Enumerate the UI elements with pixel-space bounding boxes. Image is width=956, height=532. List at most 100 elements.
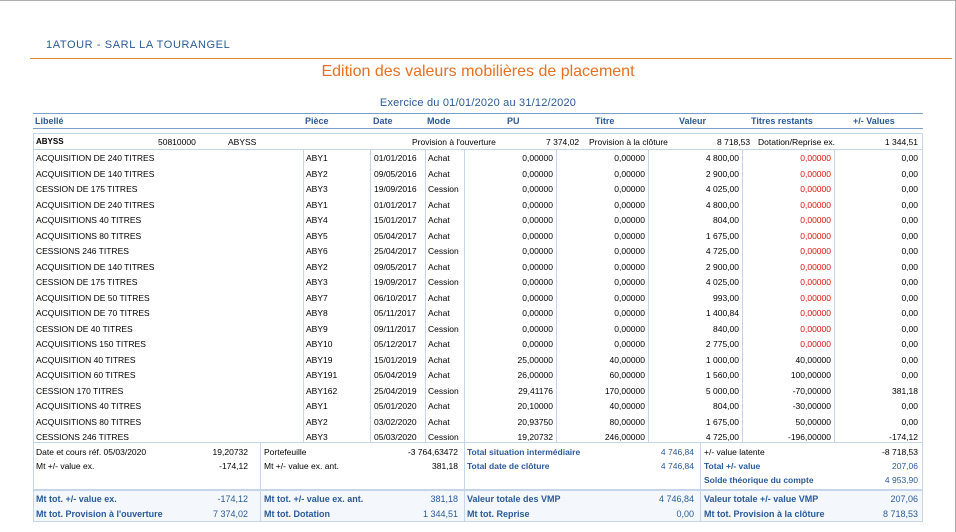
cell-libelle: CESSION DE 175 TITRES bbox=[36, 184, 138, 194]
cell-pv: 0,00 bbox=[901, 153, 918, 163]
cell-titre: 0,00000 bbox=[614, 339, 645, 349]
cell-valeur: 840,00 bbox=[713, 323, 739, 334]
mt-pv-ant-value: 381,18 bbox=[432, 461, 458, 471]
cell-pu: 0,00000 bbox=[522, 261, 553, 272]
table-row: ACQUISITION DE 140 TITRES ABY2 09/05/2016 A… bbox=[34, 166, 922, 182]
table-row: ACQUISITIONS 150 TITRES ABY10 05/12/2017 Ac… bbox=[34, 336, 922, 352]
security-name: ABYSS bbox=[228, 137, 257, 147]
table-row: ACQUISITION 60 TITRES ABY191 05/04/2019 Ach… bbox=[34, 367, 922, 383]
mt-tot-prov-close-value: 8 718,53 bbox=[882, 509, 918, 519]
cell-mode: Achat bbox=[428, 416, 450, 427]
cell-pu: 0,00000 bbox=[522, 153, 553, 163]
mt-tot-prov-close-label: Mt tot. Provision à la clôture bbox=[704, 509, 825, 519]
cell-mode: Achat bbox=[428, 339, 450, 349]
cell-date: 19/09/2016 bbox=[374, 184, 417, 194]
cell-titre: 60,00000 bbox=[609, 370, 645, 380]
cell-libelle: CESSIONS 246 TITRES bbox=[36, 246, 129, 256]
provision-close-label: Provision à la clôture bbox=[589, 137, 668, 147]
cell-pu: 0,00000 bbox=[522, 199, 553, 210]
mt-tot-reprise-label: Mt tot. Reprise bbox=[467, 509, 530, 519]
valeur-vmp-value: 4 746,84 bbox=[658, 494, 694, 504]
cell-pv: 0,00 bbox=[901, 261, 918, 272]
cell-titre: 0,00000 bbox=[614, 277, 645, 287]
cell-piece: ABY19 bbox=[306, 354, 333, 365]
cell-pu: 0,00000 bbox=[522, 308, 553, 318]
mt-tot-pv-label: Mt tot. +/- value ex. bbox=[36, 494, 117, 504]
cell-libelle: ACQUISITIONS 80 TITRES bbox=[36, 416, 142, 427]
provision-open-label: Provision à l'ouverture bbox=[412, 137, 496, 147]
cell-titre: 0,00000 bbox=[614, 168, 645, 179]
exercise-period: Exercice du 01/01/2020 au 31/12/2020 bbox=[379, 97, 577, 109]
table-row: ACQUISITION DE 50 TITRES ABY7 06/10/2017 Ac… bbox=[34, 290, 922, 306]
col-header-mode: Mode bbox=[427, 116, 451, 126]
cell-restants: 0,00000 bbox=[800, 168, 831, 179]
cell-restants: 0,00000 bbox=[800, 323, 831, 334]
cell-restants: 0,00000 bbox=[800, 277, 831, 287]
cell-date: 15/01/2017 bbox=[374, 215, 417, 225]
security-header-row: ABYSS 50810000 ABYSS Provision à l'ouver… bbox=[34, 134, 922, 150]
table-row: ACQUISITIONS 40 TITRES ABY1 05/01/2020 Acha… bbox=[34, 398, 922, 414]
cell-libelle: CESSION DE 40 TITRES bbox=[36, 323, 133, 334]
cell-restants: 0,00000 bbox=[800, 308, 831, 318]
mt-tot-pv-value: -174,12 bbox=[217, 494, 248, 504]
cell-libelle: ACQUISITIONS 40 TITRES bbox=[36, 215, 142, 225]
cell-titre: 40,00000 bbox=[609, 354, 645, 365]
col-header-valeur: Valeur bbox=[679, 116, 707, 126]
cell-mode: Achat bbox=[428, 153, 450, 163]
cell-restants: 0,00000 bbox=[800, 246, 831, 256]
cell-date: 01/01/2016 bbox=[374, 153, 417, 163]
cell-libelle: ACQUISITIONS 40 TITRES bbox=[36, 401, 142, 411]
cell-mode: Achat bbox=[428, 215, 450, 225]
cell-piece: ABY3 bbox=[306, 277, 328, 287]
cell-pu: 26,00000 bbox=[517, 370, 553, 380]
cell-restants: 100,00000 bbox=[790, 370, 831, 380]
cell-pv: 0,00 bbox=[901, 416, 918, 427]
cell-pv: -174,12 bbox=[889, 432, 918, 442]
cell-libelle: ACQUISITION 60 TITRES bbox=[36, 370, 136, 380]
cell-pv: 0,00 bbox=[901, 292, 918, 303]
table-row: ACQUISITION DE 240 TITRES ABY1 01/01/2017 A… bbox=[34, 197, 922, 213]
table-row: CESSION 170 TITRES ABY162 25/04/2019 Cessio… bbox=[34, 383, 922, 399]
cell-mode: Cession bbox=[428, 184, 459, 194]
cell-valeur: 1 000,00 bbox=[705, 354, 739, 365]
cell-piece: ABY1 bbox=[306, 153, 328, 163]
col-header-piece: Pièce bbox=[305, 116, 329, 126]
cell-restants: 0,00000 bbox=[800, 292, 831, 303]
cell-titre: 0,00000 bbox=[614, 199, 645, 210]
cell-libelle: ACQUISITION DE 240 TITRES bbox=[36, 199, 155, 210]
cell-date: 05/03/2020 bbox=[374, 432, 417, 442]
cell-date: 15/01/2019 bbox=[374, 354, 417, 365]
col-header-date: Date bbox=[373, 116, 393, 126]
cell-mode: Achat bbox=[428, 261, 450, 272]
cell-piece: ABY4 bbox=[306, 215, 328, 225]
cell-titre: 0,00000 bbox=[614, 261, 645, 272]
cell-date: 09/05/2017 bbox=[374, 261, 417, 272]
company-name: 1ATOUR - SARL LA TOURANGEL bbox=[46, 39, 231, 51]
cell-mode: Cession bbox=[428, 246, 459, 256]
cell-date: 19/09/2017 bbox=[374, 277, 417, 287]
cell-date: 05/11/2017 bbox=[374, 308, 416, 318]
cell-piece: ABY10 bbox=[306, 339, 333, 349]
cell-libelle: ACQUISITION DE 140 TITRES bbox=[36, 168, 155, 179]
cell-mode: Achat bbox=[428, 401, 450, 411]
cell-restants: 0,00000 bbox=[800, 215, 831, 225]
table-row: CESSION DE 175 TITRES ABY3 19/09/2016 Cessi… bbox=[34, 181, 922, 197]
cell-titre: 246,00000 bbox=[604, 432, 645, 442]
mt-tot-prov-value: 7 374,02 bbox=[212, 509, 248, 519]
cell-restants: 0,00000 bbox=[800, 339, 831, 349]
mt-tot-reprise-value: 0,00 bbox=[676, 509, 694, 519]
provision-close-value: 8 718,53 bbox=[717, 137, 751, 147]
footer-divider bbox=[700, 491, 701, 521]
cell-valeur: 2 900,00 bbox=[705, 168, 739, 179]
cell-date: 05/12/2017 bbox=[374, 339, 417, 349]
cell-valeur: 1 560,00 bbox=[705, 370, 739, 380]
cell-pv: 0,00 bbox=[901, 230, 918, 241]
cell-valeur: 993,00 bbox=[713, 292, 739, 303]
solde-theorique-value: 4 953,90 bbox=[884, 475, 918, 485]
table-row: ACQUISITIONS 80 TITRES ABY5 05/04/2017 Acha… bbox=[34, 228, 922, 244]
portefeuille-value: -3 764,63472 bbox=[407, 447, 458, 457]
summary-divider bbox=[700, 443, 701, 489]
table-row: CESSION DE 40 TITRES ABY9 09/11/2017 Cessio… bbox=[34, 321, 922, 337]
cell-piece: ABY2 bbox=[306, 416, 328, 427]
table-row: CESSION DE 175 TITRES ABY3 19/09/2017 Cessi… bbox=[34, 274, 922, 290]
